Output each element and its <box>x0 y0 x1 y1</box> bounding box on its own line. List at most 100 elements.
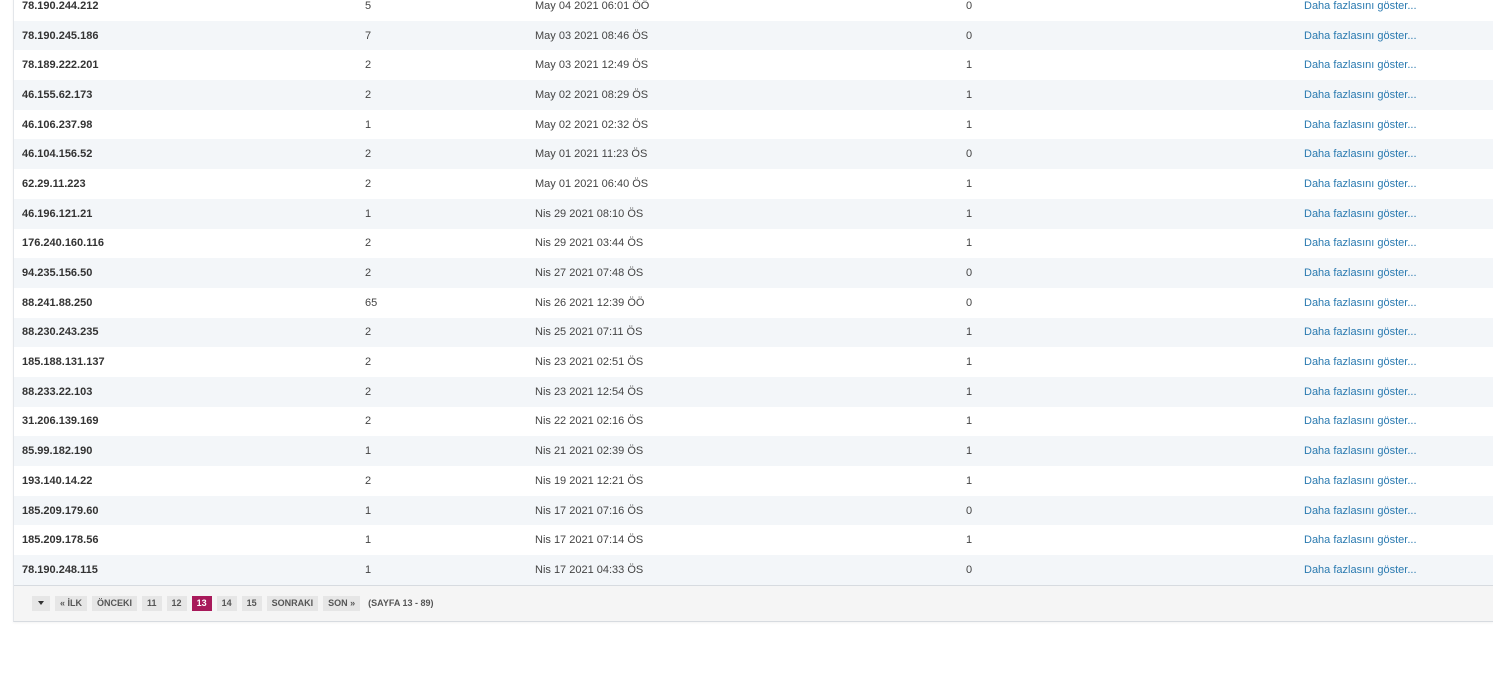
count-cell: 2 <box>365 356 372 369</box>
date-cell: Nis 29 2021 08:10 ÖS <box>535 198 966 229</box>
show-more-link[interactable]: Daha fazlasını göster... <box>1304 59 1417 71</box>
more-cell: Daha fazlasını göster... <box>1304 198 1493 229</box>
show-more-link[interactable]: Daha fazlasını göster... <box>1304 148 1417 160</box>
show-more-link[interactable]: Daha fazlasını göster... <box>1304 208 1417 220</box>
show-more-link[interactable]: Daha fazlasını göster... <box>1304 119 1417 131</box>
ip-address-cell: 94.235.156.50 <box>14 258 365 288</box>
more-cell: Daha fazlasını göster... <box>1304 288 1493 318</box>
count-cell: 2 <box>365 237 372 250</box>
more-cell: Daha fazlasını göster... <box>1304 495 1493 526</box>
show-more-link[interactable]: Daha fazlasını göster... <box>1304 178 1417 190</box>
last-page-button[interactable]: SON » <box>323 595 361 611</box>
more-cell: Daha fazlasını göster... <box>1304 110 1493 140</box>
value-cell: 0 <box>966 258 1304 288</box>
more-cell: Daha fazlasını göster... <box>1304 20 1493 51</box>
show-more-link[interactable]: Daha fazlasını göster... <box>1304 297 1417 309</box>
count-cell: 2 <box>365 177 372 190</box>
more-cell: Daha fazlasını göster... <box>1304 0 1493 21</box>
count-cell: 1 <box>365 534 372 547</box>
ip-address-cell: 88.233.22.103 <box>14 376 365 407</box>
value-cell: 0 <box>966 296 973 309</box>
value-cell: 1 <box>966 356 973 369</box>
count-cell: 2 <box>365 376 535 407</box>
table-row: 46.106.237.98 1 May 02 2021 02:32 ÖS 1 Daha … <box>14 110 1493 140</box>
count-cell: 2 <box>365 80 535 110</box>
count-cell: 65 <box>365 296 378 309</box>
value-cell: 1 <box>966 198 1304 229</box>
page-number-button[interactable]: 15 <box>241 595 262 611</box>
more-cell: Daha fazlasını göster... <box>1304 376 1493 407</box>
table-row: 85.99.182.190 1 Nis 21 2021 02:39 ÖS 1 Daha … <box>14 436 1493 466</box>
count-cell: 2 <box>365 317 535 348</box>
value-cell: 1 <box>966 237 973 250</box>
more-cell: Daha fazlasını göster... <box>1304 80 1493 110</box>
date-cell: Nis 21 2021 02:39 ÖS <box>535 436 966 466</box>
next-page-button[interactable]: SONRAKI <box>266 595 319 611</box>
table-row: 88.241.88.250 65 Nis 26 2021 12:39 ÖÖ 0 Daha… <box>14 288 1493 318</box>
ip-address-cell: 46.196.121.21 <box>14 198 365 229</box>
ip-address-cell: 88.230.243.235 <box>14 317 365 348</box>
pagination: « İLK ÖNCEKI 11 12 13 14 15 SONRAKI SON » (S… <box>14 584 1493 621</box>
show-more-link[interactable]: Daha fazlasını göster... <box>1304 267 1417 279</box>
show-more-link[interactable]: Daha fazlasını göster... <box>1304 445 1417 457</box>
show-more-link[interactable]: Daha fazlasını göster... <box>1304 564 1417 576</box>
table-row: 185.188.131.137 2 Nis 23 2021 02:51 ÖS 1 Dah… <box>14 347 1493 377</box>
ip-address-cell: 31.206.139.169 <box>22 415 99 428</box>
ip-address-cell: 78.190.245.186 <box>14 20 365 51</box>
ip-log-panel: 78.190.244.212 5 May 04 2021 06:01 ÖÖ 0 Daha… <box>13 0 1493 622</box>
page-number-list: 11 12 13 14 15 <box>142 595 262 611</box>
table-row: 78.189.222.201 2 May 03 2021 12:49 ÖS 1 Daha… <box>14 50 1493 80</box>
show-more-link[interactable]: Daha fazlasını göster... <box>1304 415 1417 427</box>
more-cell: Daha fazlasını göster... <box>1304 466 1493 496</box>
value-cell: 1 <box>966 118 973 131</box>
ip-address-cell: 88.241.88.250 <box>22 296 93 309</box>
show-more-link[interactable]: Daha fazlasını göster... <box>1304 386 1417 398</box>
show-more-link[interactable]: Daha fazlasını göster... <box>1304 505 1417 517</box>
page-number-button[interactable]: 11 <box>142 595 162 611</box>
show-more-link[interactable]: Daha fazlasını göster... <box>1304 326 1417 338</box>
page-number-button[interactable]: 14 <box>216 595 237 611</box>
show-more-link[interactable]: Daha fazlasını göster... <box>1304 534 1417 546</box>
value-cell: 0 <box>966 0 973 12</box>
show-more-link[interactable]: Daha fazlasını göster... <box>1304 30 1417 42</box>
date-cell: May 04 2021 06:01 ÖÖ <box>535 0 650 12</box>
value-cell: 0 <box>966 139 1304 170</box>
table-row: 46.196.121.21 1 Nis 29 2021 08:10 ÖS 1 Daha … <box>14 198 1493 229</box>
pagination-menu-button[interactable] <box>32 595 50 611</box>
ip-address-cell: 193.140.14.22 <box>22 474 93 487</box>
table-row: 88.233.22.103 2 Nis 23 2021 12:54 ÖS 1 Daha … <box>14 376 1493 407</box>
date-cell: Nis 17 2021 07:16 ÖS <box>535 495 966 526</box>
table-row: 78.190.245.186 7 May 03 2021 08:46 ÖS 0 Daha… <box>14 20 1493 51</box>
ip-address-cell: 176.240.160.116 <box>22 237 104 250</box>
table-row: 78.190.244.212 5 May 04 2021 06:01 ÖÖ 0 Daha… <box>14 0 1493 21</box>
table-row: 185.209.178.56 1 Nis 17 2021 07:14 ÖS 1 Daha… <box>14 525 1493 555</box>
show-more-link[interactable]: Daha fazlasını göster... <box>1304 475 1417 487</box>
date-cell: Nis 29 2021 03:44 ÖS <box>535 237 644 250</box>
count-cell: 2 <box>365 258 535 288</box>
more-cell: Daha fazlasını göster... <box>1304 525 1493 555</box>
more-cell: Daha fazlasını göster... <box>1304 317 1493 348</box>
count-cell: 7 <box>365 20 535 51</box>
current-page-button[interactable]: 13 <box>191 595 212 611</box>
ip-address-cell: 185.209.179.60 <box>14 495 365 526</box>
show-more-link[interactable]: Daha fazlasını göster... <box>1304 356 1417 368</box>
count-cell: 2 <box>365 474 372 487</box>
ip-address-cell: 185.209.178.56 <box>22 534 99 547</box>
ip-address-cell: 62.29.11.223 <box>22 177 86 190</box>
previous-page-button[interactable]: ÖNCEKI <box>92 595 138 611</box>
date-cell: Nis 23 2021 12:54 ÖS <box>535 376 966 407</box>
page-info: (SAYFA 13 - 89) <box>368 598 434 609</box>
date-cell: Nis 17 2021 07:14 ÖS <box>535 534 644 547</box>
value-cell: 1 <box>966 317 1304 348</box>
more-cell: Daha fazlasını göster... <box>1304 169 1493 199</box>
show-more-link[interactable]: Daha fazlasını göster... <box>1304 89 1417 101</box>
ip-address-cell: 85.99.182.190 <box>14 436 365 466</box>
ip-address-cell: 78.190.244.212 <box>22 0 99 12</box>
ip-address-cell: 185.188.131.137 <box>22 356 105 369</box>
count-cell: 1 <box>365 436 535 466</box>
show-more-link[interactable]: Daha fazlasını göster... <box>1304 237 1417 249</box>
page-number-button[interactable]: 12 <box>166 595 187 611</box>
show-more-link[interactable]: Daha fazlasını göster... <box>1304 0 1417 12</box>
date-cell: Nis 23 2021 02:51 ÖS <box>535 356 644 369</box>
first-page-button[interactable]: « İLK <box>55 595 88 611</box>
